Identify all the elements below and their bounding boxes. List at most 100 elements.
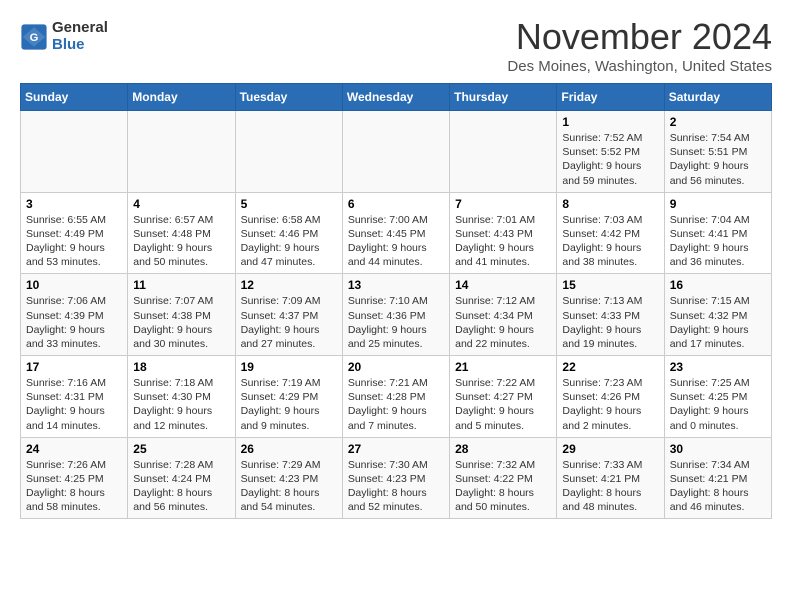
title-section: November 2024 Des Moines, Washington, Un…: [507, 16, 772, 75]
day-info: Sunrise: 7:52 AM Sunset: 5:52 PM Dayligh…: [562, 131, 658, 188]
day-number: 18: [133, 360, 229, 374]
day-number: 30: [670, 442, 766, 456]
day-number: 21: [455, 360, 551, 374]
day-number: 1: [562, 115, 658, 129]
day-number: 3: [26, 197, 122, 211]
day-number: 4: [133, 197, 229, 211]
col-header-tuesday: Tuesday: [235, 84, 342, 111]
day-number: 22: [562, 360, 658, 374]
calendar-cell: 23Sunrise: 7:25 AM Sunset: 4:25 PM Dayli…: [664, 356, 771, 438]
calendar-header-row: SundayMondayTuesdayWednesdayThursdayFrid…: [21, 84, 772, 111]
day-number: 14: [455, 278, 551, 292]
day-info: Sunrise: 6:55 AM Sunset: 4:49 PM Dayligh…: [26, 213, 122, 270]
day-number: 13: [348, 278, 444, 292]
logo-icon: G: [20, 23, 48, 51]
calendar-cell: 7 Sunrise: 7:01 AM Sunset: 4:43 PM Daylig…: [450, 192, 557, 274]
col-header-monday: Monday: [128, 84, 235, 111]
day-number: 24: [26, 442, 122, 456]
day-info: Sunrise: 7:07 AM Sunset: 4:38 PM Dayligh…: [133, 294, 229, 351]
calendar-cell: 3 Sunrise: 6:55 AM Sunset: 4:49 PM Daylig…: [21, 192, 128, 274]
day-number: 10: [26, 278, 122, 292]
day-number: 29: [562, 442, 658, 456]
calendar-cell: 11 Sunrise: 7:07 AM Sunset: 4:38 PM Dayli…: [128, 274, 235, 356]
col-header-saturday: Saturday: [664, 84, 771, 111]
page-header: G General Blue November 2024 Des Moines,…: [20, 16, 772, 75]
calendar-cell: [235, 111, 342, 193]
calendar-week-5: 24Sunrise: 7:26 AM Sunset: 4:25 PM Dayli…: [21, 437, 772, 519]
day-info: Sunrise: 7:22 AM Sunset: 4:27 PM Dayligh…: [455, 376, 551, 433]
day-info: Sunrise: 7:16 AM Sunset: 4:31 PM Dayligh…: [26, 376, 122, 433]
day-number: 12: [241, 278, 337, 292]
day-info: Sunrise: 7:04 AM Sunset: 4:41 PM Dayligh…: [670, 213, 766, 270]
calendar-cell: 8Sunrise: 7:03 AM Sunset: 4:42 PM Daylig…: [557, 192, 664, 274]
calendar-cell: [128, 111, 235, 193]
calendar-cell: 20Sunrise: 7:21 AM Sunset: 4:28 PM Dayli…: [342, 356, 449, 438]
calendar-cell: 4 Sunrise: 6:57 AM Sunset: 4:48 PM Daylig…: [128, 192, 235, 274]
day-info: Sunrise: 7:00 AM Sunset: 4:45 PM Dayligh…: [348, 213, 444, 270]
calendar-cell: 29 Sunrise: 7:33 AM Sunset: 4:21 PM Dayli…: [557, 437, 664, 519]
col-header-wednesday: Wednesday: [342, 84, 449, 111]
day-info: Sunrise: 7:15 AM Sunset: 4:32 PM Dayligh…: [670, 294, 766, 351]
calendar-cell: [450, 111, 557, 193]
calendar-cell: 16 Sunrise: 7:15 AM Sunset: 4:32 PM Dayli…: [664, 274, 771, 356]
calendar-week-1: 1 Sunrise: 7:52 AM Sunset: 5:52 PM Daylig…: [21, 111, 772, 193]
svg-text:G: G: [30, 32, 39, 44]
col-header-thursday: Thursday: [450, 84, 557, 111]
calendar-table: SundayMondayTuesdayWednesdayThursdayFrid…: [20, 83, 772, 519]
day-info: Sunrise: 7:34 AM Sunset: 4:21 PM Dayligh…: [670, 458, 766, 515]
calendar-cell: 19 Sunrise: 7:19 AM Sunset: 4:29 PM Dayli…: [235, 356, 342, 438]
calendar-cell: 22Sunrise: 7:23 AM Sunset: 4:26 PM Dayli…: [557, 356, 664, 438]
day-info: Sunrise: 7:30 AM Sunset: 4:23 PM Dayligh…: [348, 458, 444, 515]
day-number: 8: [562, 197, 658, 211]
calendar-cell: 2Sunrise: 7:54 AM Sunset: 5:51 PM Daylig…: [664, 111, 771, 193]
calendar-cell: 10 Sunrise: 7:06 AM Sunset: 4:39 PM Dayli…: [21, 274, 128, 356]
day-number: 16: [670, 278, 766, 292]
day-info: Sunrise: 7:10 AM Sunset: 4:36 PM Dayligh…: [348, 294, 444, 351]
calendar-cell: 25 Sunrise: 7:28 AM Sunset: 4:24 PM Dayli…: [128, 437, 235, 519]
day-info: Sunrise: 7:54 AM Sunset: 5:51 PM Dayligh…: [670, 131, 766, 188]
day-info: Sunrise: 7:06 AM Sunset: 4:39 PM Dayligh…: [26, 294, 122, 351]
logo-text: General Blue: [52, 20, 108, 53]
calendar-cell: 12 Sunrise: 7:09 AM Sunset: 4:37 PM Dayli…: [235, 274, 342, 356]
day-info: Sunrise: 6:57 AM Sunset: 4:48 PM Dayligh…: [133, 213, 229, 270]
day-info: Sunrise: 7:19 AM Sunset: 4:29 PM Dayligh…: [241, 376, 337, 433]
calendar-cell: 27Sunrise: 7:30 AM Sunset: 4:23 PM Dayli…: [342, 437, 449, 519]
day-number: 6: [348, 197, 444, 211]
day-number: 5: [241, 197, 337, 211]
calendar-cell: 17Sunrise: 7:16 AM Sunset: 4:31 PM Dayli…: [21, 356, 128, 438]
calendar-cell: 6 Sunrise: 7:00 AM Sunset: 4:45 PM Daylig…: [342, 192, 449, 274]
day-number: 19: [241, 360, 337, 374]
logo-line1: General: [52, 20, 108, 37]
day-number: 7: [455, 197, 551, 211]
day-info: Sunrise: 7:01 AM Sunset: 4:43 PM Dayligh…: [455, 213, 551, 270]
day-info: Sunrise: 7:13 AM Sunset: 4:33 PM Dayligh…: [562, 294, 658, 351]
calendar-cell: 13 Sunrise: 7:10 AM Sunset: 4:36 PM Dayli…: [342, 274, 449, 356]
location-title: Des Moines, Washington, United States: [507, 58, 772, 75]
logo: G General Blue: [20, 20, 108, 53]
day-info: Sunrise: 7:32 AM Sunset: 4:22 PM Dayligh…: [455, 458, 551, 515]
logo-line2: Blue: [52, 37, 108, 54]
calendar-cell: [342, 111, 449, 193]
month-title: November 2024: [507, 16, 772, 58]
calendar-week-3: 10 Sunrise: 7:06 AM Sunset: 4:39 PM Dayli…: [21, 274, 772, 356]
day-number: 9: [670, 197, 766, 211]
calendar-cell: 21 Sunrise: 7:22 AM Sunset: 4:27 PM Dayli…: [450, 356, 557, 438]
day-info: Sunrise: 7:21 AM Sunset: 4:28 PM Dayligh…: [348, 376, 444, 433]
col-header-sunday: Sunday: [21, 84, 128, 111]
day-info: Sunrise: 7:33 AM Sunset: 4:21 PM Dayligh…: [562, 458, 658, 515]
calendar-cell: 24Sunrise: 7:26 AM Sunset: 4:25 PM Dayli…: [21, 437, 128, 519]
day-number: 15: [562, 278, 658, 292]
day-number: 25: [133, 442, 229, 456]
day-info: Sunrise: 7:12 AM Sunset: 4:34 PM Dayligh…: [455, 294, 551, 351]
calendar-cell: 18Sunrise: 7:18 AM Sunset: 4:30 PM Dayli…: [128, 356, 235, 438]
day-number: 28: [455, 442, 551, 456]
calendar-cell: 5Sunrise: 6:58 AM Sunset: 4:46 PM Daylig…: [235, 192, 342, 274]
day-number: 26: [241, 442, 337, 456]
calendar-week-2: 3 Sunrise: 6:55 AM Sunset: 4:49 PM Daylig…: [21, 192, 772, 274]
calendar-week-4: 17Sunrise: 7:16 AM Sunset: 4:31 PM Dayli…: [21, 356, 772, 438]
day-info: Sunrise: 7:28 AM Sunset: 4:24 PM Dayligh…: [133, 458, 229, 515]
calendar-cell: 15 Sunrise: 7:13 AM Sunset: 4:33 PM Dayli…: [557, 274, 664, 356]
day-info: Sunrise: 7:09 AM Sunset: 4:37 PM Dayligh…: [241, 294, 337, 351]
calendar-cell: 26Sunrise: 7:29 AM Sunset: 4:23 PM Dayli…: [235, 437, 342, 519]
day-number: 11: [133, 278, 229, 292]
